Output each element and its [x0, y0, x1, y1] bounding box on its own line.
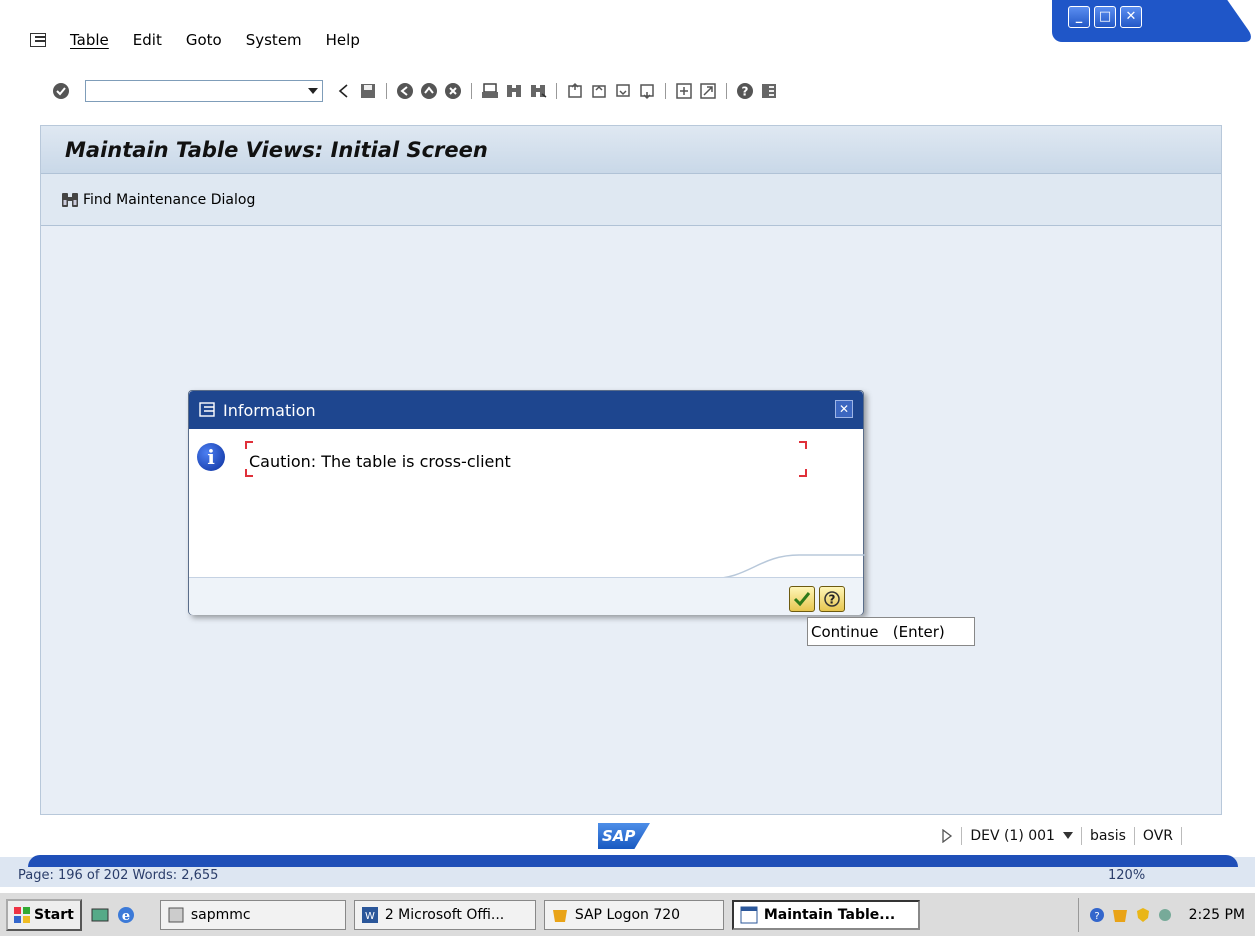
chevron-down-icon[interactable]	[308, 88, 318, 94]
dialog-footer: ?	[189, 577, 863, 615]
cancel-icon[interactable]	[444, 82, 462, 100]
last-page-icon[interactable]	[638, 82, 656, 100]
sap-gui-icon	[740, 906, 758, 923]
menu-edit[interactable]: Edit	[133, 31, 162, 49]
info-icon: i	[197, 443, 225, 471]
taskbar-item-word[interactable]: W 2 Microsoft Offi...	[353, 899, 536, 930]
information-dialog: Information ✕ i Caution: The table is cr…	[188, 390, 865, 615]
dialog-footer-curve	[189, 554, 865, 580]
first-page-icon[interactable]	[566, 82, 584, 100]
close-window-button[interactable]: ✕	[1120, 6, 1142, 28]
binoculars-icon[interactable]	[61, 191, 79, 209]
svg-text:?: ?	[742, 85, 749, 99]
system-menu-icon[interactable]	[30, 33, 46, 47]
svg-text:?: ?	[829, 593, 836, 607]
layout-menu-icon[interactable]	[760, 82, 778, 100]
sap-logo: SAP	[598, 823, 650, 849]
help-icon[interactable]: ?	[736, 82, 754, 100]
status-bar: SAP DEV (1) 001 basis OVR	[40, 815, 1222, 857]
user-label: basis	[1089, 828, 1126, 844]
minimize-button[interactable]: _	[1068, 6, 1090, 28]
word-page-count: Page: 196 of 202 Words: 2,655	[18, 868, 219, 883]
taskbar-item-sap-logon[interactable]: SAP Logon 720	[543, 899, 724, 930]
start-button[interactable]: Start	[6, 898, 82, 931]
find-next-icon[interactable]	[529, 82, 547, 100]
command-field[interactable]	[85, 80, 323, 102]
menu-system[interactable]: System	[246, 31, 302, 49]
toolbar-separator	[665, 83, 666, 99]
continue-tooltip: Continue (Enter)	[807, 617, 975, 646]
maximize-button[interactable]: □	[1094, 6, 1116, 28]
continue-button[interactable]	[789, 586, 815, 612]
svg-text:?: ?	[1094, 911, 1099, 922]
shortcut-icon[interactable]	[699, 82, 717, 100]
help-button[interactable]: ?	[819, 586, 845, 612]
dialog-menu-icon[interactable]	[199, 402, 217, 418]
application-toolbar: Find Maintenance Dialog	[41, 174, 1221, 226]
sap-tray-icon[interactable]	[1111, 906, 1129, 924]
internet-explorer-icon[interactable]: e	[116, 905, 136, 925]
svg-text:e: e	[122, 909, 130, 924]
word-window-frame	[28, 855, 1238, 867]
window-controls: _ □ ✕	[1052, 0, 1202, 42]
sapmmc-icon	[168, 907, 184, 922]
menu-help[interactable]: Help	[326, 31, 360, 49]
sap-logon-icon	[552, 909, 567, 922]
chevron-down-icon[interactable]	[1062, 832, 1073, 840]
back-icon[interactable]	[396, 82, 414, 100]
taskbar-item-sapmmc[interactable]: sapmmc	[159, 899, 346, 930]
dialog-message: Caution: The table is cross-client	[249, 452, 511, 471]
svg-text:W: W	[365, 911, 375, 922]
toolbar-separator	[726, 83, 727, 99]
enter-icon[interactable]	[52, 82, 70, 100]
print-icon[interactable]	[481, 82, 499, 100]
windows-logo-icon	[14, 906, 30, 923]
word-zoom-level[interactable]: 120%	[1108, 868, 1145, 883]
taskbar: Start e sapmmc W 2 Microsoft Offi... SAP…	[0, 893, 1255, 936]
page-title: Maintain Table Views: Initial Screen	[65, 137, 488, 162]
menu-table[interactable]: Table	[70, 31, 109, 49]
menu-bar: Table Edit Goto System Help	[30, 30, 360, 50]
clock: 2:25 PM	[1188, 906, 1245, 923]
network-icon[interactable]	[1157, 907, 1173, 923]
find-maintenance-dialog-button[interactable]: Find Maintenance Dialog	[83, 192, 255, 208]
system-info: DEV (1) 001 basis OVR	[941, 827, 1182, 845]
checkmark-icon	[793, 592, 811, 607]
system-tray: ? 2:25 PM	[1077, 897, 1255, 932]
toolbar-separator	[471, 83, 472, 99]
toolbar-separator	[556, 83, 557, 99]
new-session-icon[interactable]	[675, 82, 693, 100]
save-icon[interactable]	[359, 82, 377, 100]
taskbar-item-maintain-table[interactable]: Maintain Table...	[731, 899, 920, 930]
dialog-title-bar: Information ✕	[189, 391, 863, 429]
expand-arrow-icon[interactable]	[335, 82, 353, 100]
dialog-close-button[interactable]: ✕	[835, 400, 853, 418]
security-shield-icon[interactable]	[1135, 907, 1151, 923]
screen-title-bar: Maintain Table Views: Initial Screen	[41, 126, 1221, 174]
help-icon: ?	[824, 591, 840, 607]
word-icon: W	[361, 906, 378, 923]
help-tray-icon[interactable]: ?	[1089, 907, 1105, 923]
system-label: DEV (1) 001	[970, 828, 1055, 844]
toolbar-separator	[386, 83, 387, 99]
show-desktop-icon[interactable]	[90, 905, 110, 925]
standard-toolbar: ?	[0, 72, 1255, 110]
exit-icon[interactable]	[420, 82, 438, 100]
find-icon[interactable]	[505, 82, 523, 100]
menu-goto[interactable]: Goto	[186, 31, 222, 49]
previous-page-icon[interactable]	[590, 82, 608, 100]
dialog-title: Information	[223, 400, 316, 420]
next-page-icon[interactable]	[614, 82, 632, 100]
insert-mode-label: OVR	[1142, 828, 1173, 844]
status-expand-icon[interactable]	[941, 829, 953, 843]
